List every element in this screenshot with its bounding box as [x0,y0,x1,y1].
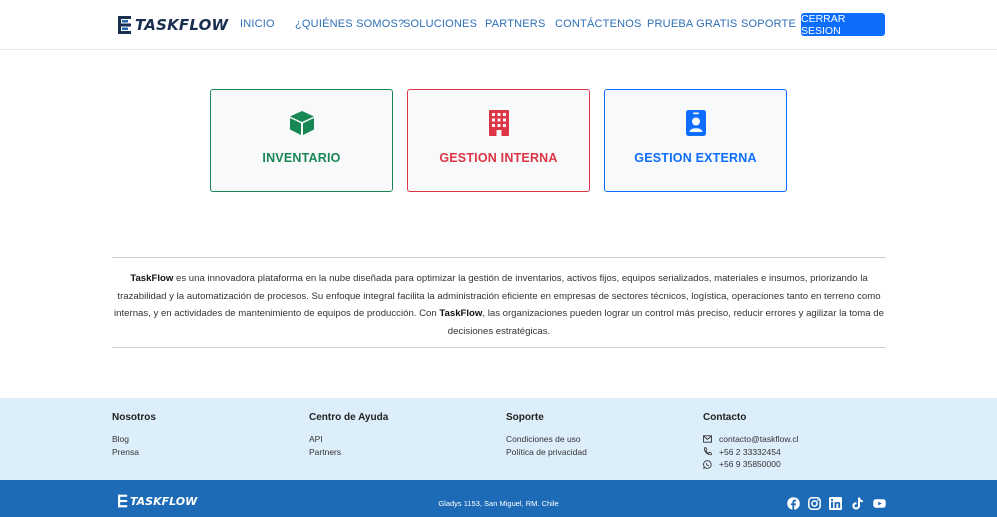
tiktok-icon[interactable] [851,497,864,510]
footer-heading: Contacto [703,412,747,423]
footer-col-soporte: Soporte Condiciones de uso Política de p… [506,412,587,458]
nav-prueba-gratis[interactable]: PRUEBA GRATIS [647,18,737,30]
module-card-inventario[interactable]: INVENTARIO [210,89,393,192]
footer-link-api[interactable]: API [309,433,388,446]
module-label: GESTION EXTERNA [634,151,757,165]
module-card-gestion-externa[interactable]: GESTION EXTERNA [604,89,787,192]
nav-contactenos[interactable]: CONTÁCTENOS [555,18,642,30]
footer-link-partners[interactable]: Partners [309,446,388,459]
footer-link-blog[interactable]: Blog [112,433,156,446]
whatsapp-icon [703,460,712,469]
taskflow-logo-mark-icon [118,16,131,34]
footer-heading: Soporte [506,412,544,423]
logout-button[interactable]: CERRAR SESION [801,13,885,37]
footer-col-ayuda: Centro de Ayuda API Partners [309,412,388,458]
person-badge-icon [685,110,706,136]
module-card-gestion-interna[interactable]: GESTION INTERNA [407,89,590,192]
top-navbar: TASKFLOW INICIO ¿QUIÉNES SOMOS? SOLUCION… [0,0,997,50]
footer-col-contacto: Contacto contacto@taskflow.cl +56 2 3333… [703,412,799,471]
linkedin-icon[interactable] [829,497,842,510]
contact-email[interactable]: contacto@taskflow.cl [703,433,799,446]
footer-link-privacidad[interactable]: Política de privacidad [506,446,587,459]
contact-email-text: contacto@taskflow.cl [719,434,799,444]
module-label: INVENTARIO [262,151,341,165]
divider [112,347,886,348]
module-label: GESTION INTERNA [439,151,558,165]
about-brand: TaskFlow [130,273,174,284]
footer-heading: Nosotros [112,412,156,423]
footer-link-prensa[interactable]: Prensa [112,446,156,459]
taskflow-logo[interactable]: TASKFLOW [118,14,228,36]
nav-soporte[interactable]: SOPORTE [741,18,796,30]
about-paragraph: TaskFlow es una innovadora plataforma en… [112,270,886,340]
about-brand: TaskFlow [439,308,483,319]
contact-whatsapp[interactable]: +56 9 35850000 [703,458,799,471]
instagram-icon[interactable] [808,497,821,510]
contact-whatsapp-text: +56 9 35850000 [719,459,781,469]
nav-soluciones[interactable]: SOLUCIONES [403,18,477,30]
footer: Nosotros Blog Prensa Centro de Ayuda API… [0,398,997,480]
footer-heading: Centro de Ayuda [309,412,389,423]
nav-inicio[interactable]: INICIO [240,18,275,30]
contact-phone[interactable]: +56 2 33332454 [703,446,799,459]
address-text: Gladys 1153, San Miguel, RM. Chile [438,499,559,508]
footer-link-condiciones[interactable]: Condiciones de uso [506,433,587,446]
youtube-icon[interactable] [873,497,886,510]
building-icon [488,110,509,136]
nav-quienes-somos[interactable]: ¿QUIÉNES SOMOS? [295,18,404,30]
facebook-icon[interactable] [787,497,800,510]
divider [112,257,886,258]
box-icon [289,111,314,135]
phone-icon [704,447,712,456]
nav-partners[interactable]: PARTNERS [485,18,545,30]
bottom-bar: TASKFLOW Gladys 1153, San Miguel, RM. Ch… [0,480,997,517]
contact-phone-text: +56 2 33332454 [719,446,781,457]
brand-name: TASKFLOW [135,16,229,34]
envelope-icon [703,435,712,443]
about-text: , las organizaciones pueden lograr un co… [447,308,884,337]
footer-col-nosotros: Nosotros Blog Prensa [112,412,156,458]
